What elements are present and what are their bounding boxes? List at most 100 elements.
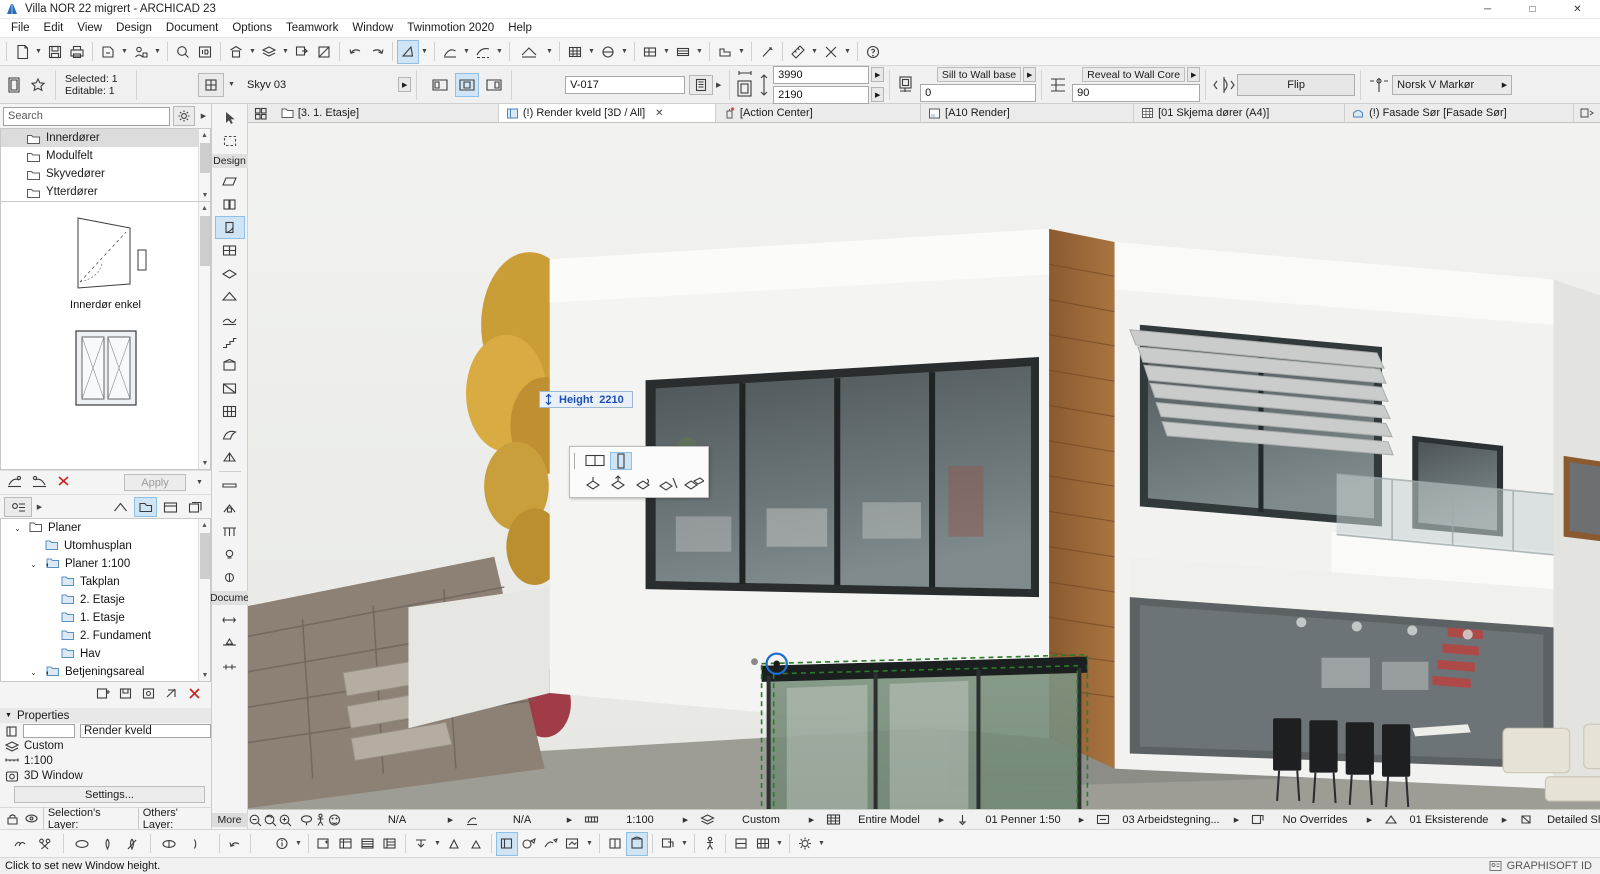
dimension-tool-icon[interactable] xyxy=(215,607,245,630)
favorite-expand-icon[interactable]: ▶ xyxy=(398,77,412,92)
status-field-6[interactable]: 01 Penner 1:50 ▶ xyxy=(969,811,1090,829)
reveal-dropdown-icon[interactable]: ▶ xyxy=(1187,67,1201,82)
layers-icon[interactable] xyxy=(258,40,280,64)
zoom-in-icon[interactable] xyxy=(278,811,293,829)
document-tab[interactable]: [A10 Render] xyxy=(921,104,1135,122)
status-arrow-2[interactable]: ▶ xyxy=(565,816,574,824)
help-icon[interactable] xyxy=(862,40,884,64)
marker-combo[interactable]: Norsk V Markør ▶ xyxy=(1392,74,1513,95)
preview-scrollbar[interactable]: ▲ ▼ xyxy=(198,202,210,469)
trim-elements-icon[interactable] xyxy=(34,832,56,856)
stair-tool-icon[interactable] xyxy=(215,331,245,354)
sill-dropdown-icon[interactable]: ▶ xyxy=(1023,67,1037,82)
inject-params-icon[interactable] xyxy=(31,474,48,492)
new-file-dropdown-icon[interactable]: ▼ xyxy=(33,40,44,64)
navigator-tree-item[interactable]: 2. Fundament xyxy=(1,627,210,645)
building-material-icon[interactable] xyxy=(639,40,661,64)
zoom-out-icon[interactable] xyxy=(248,811,263,829)
status-field-5[interactable]: Entire Model ▶ xyxy=(841,811,950,829)
navigator-tree-item[interactable]: Takplan xyxy=(1,681,210,682)
publish-icon[interactable] xyxy=(97,40,119,64)
search-input[interactable]: Search xyxy=(3,106,170,126)
line-type-dropdown-icon[interactable]: ▼ xyxy=(494,40,505,64)
partial-structure-icon[interactable] xyxy=(826,811,841,829)
library-folder-item[interactable]: Modulfelt xyxy=(1,147,210,165)
sun-settings-icon[interactable] xyxy=(794,832,816,856)
rename-view-icon[interactable] xyxy=(164,686,181,704)
pet-elevate-icon[interactable] xyxy=(681,473,704,493)
photo-render-icon[interactable] xyxy=(540,832,562,856)
navigator-scroll-down-icon[interactable]: ▼ xyxy=(199,669,210,681)
pet-height-icon[interactable] xyxy=(610,451,632,470)
close-button[interactable]: ✕ xyxy=(1555,0,1600,19)
menu-item-teamwork[interactable]: Teamwork xyxy=(279,21,345,35)
width-dropdown-icon[interactable]: ▶ xyxy=(871,67,885,82)
search-options-icon[interactable]: ▶ xyxy=(198,104,209,128)
info-tool-dropdown-icon[interactable]: ▼ xyxy=(293,832,304,856)
profile-dropdown-icon[interactable]: ▼ xyxy=(736,40,747,64)
pen-weight-dropdown-icon[interactable]: ▼ xyxy=(461,40,472,64)
delete-view-icon[interactable] xyxy=(187,686,203,704)
id-manager-icon[interactable] xyxy=(194,40,216,64)
render-settings-icon[interactable] xyxy=(518,832,540,856)
status-arrow-3[interactable]: ▶ xyxy=(681,816,690,824)
slab-tool-icon[interactable] xyxy=(215,262,245,285)
navigator-mode-icon[interactable] xyxy=(4,496,32,517)
pick-up-params-icon[interactable] xyxy=(6,474,23,492)
document-tab[interactable]: [3. 1. Etasje] xyxy=(273,104,499,122)
align-dropdown-icon[interactable]: ▼ xyxy=(432,832,443,856)
menu-item-document[interactable]: Document xyxy=(159,21,225,35)
status-arrow-6[interactable]: ▶ xyxy=(1077,816,1086,824)
menu-item-window[interactable]: Window xyxy=(345,21,400,35)
renovation-status-icon[interactable] xyxy=(1384,811,1398,829)
fill-dropdown-icon[interactable]: ▼ xyxy=(586,40,597,64)
tracker-height[interactable]: Height 2210 xyxy=(539,391,633,408)
walk-icon[interactable] xyxy=(314,811,327,829)
library-scroll-down-icon[interactable]: ▼ xyxy=(199,189,210,201)
trim-dropdown-icon[interactable]: ▼ xyxy=(842,40,853,64)
storey-dropdown-icon[interactable]: ▼ xyxy=(247,40,258,64)
anchor-center-icon[interactable] xyxy=(455,72,480,97)
profile-icon[interactable] xyxy=(714,40,736,64)
view-settings-icon[interactable] xyxy=(141,686,158,704)
status-arrow-1[interactable]: ▶ xyxy=(446,816,455,824)
library-folder-item[interactable]: Innerdører xyxy=(1,129,210,147)
pet-palette[interactable] xyxy=(569,446,709,498)
document-tab[interactable]: (!) Fasade Sør [Fasade Sør] xyxy=(1345,104,1575,122)
menu-item-help[interactable]: Help xyxy=(501,21,539,35)
navigator-tree-item[interactable]: 2. Etasje xyxy=(1,591,210,609)
marquee-3d-dropdown-icon[interactable]: ▼ xyxy=(679,832,690,856)
menu-item-options[interactable]: Options xyxy=(225,21,279,35)
gear-icon[interactable] xyxy=(173,106,195,126)
navigator-scroll-up-icon[interactable]: ▲ xyxy=(199,519,210,531)
save-view-icon[interactable] xyxy=(118,686,135,704)
menu-item-design[interactable]: Design xyxy=(109,21,159,35)
view-name-field[interactable]: Render kveld xyxy=(80,723,211,738)
document-tab[interactable]: [01 Skjema dører (A4)] xyxy=(1134,104,1346,122)
property-scale-row[interactable]: 1:100 xyxy=(0,753,211,768)
print-icon[interactable] xyxy=(66,40,88,64)
surface-dropdown-icon[interactable]: ▼ xyxy=(619,40,630,64)
navigator-scroll-thumb[interactable] xyxy=(200,533,210,579)
marker-dropdown-icon[interactable]: ▶ xyxy=(1502,81,1507,89)
favorite-dropdown-icon[interactable]: ▼ xyxy=(226,73,237,97)
scale-status-icon[interactable] xyxy=(584,811,599,829)
preview-item-2[interactable] xyxy=(1,311,210,411)
navigator-mode-dropdown-icon[interactable]: ▶ xyxy=(34,495,45,519)
navigator-tree-item[interactable]: 1. Etasje xyxy=(1,609,210,627)
library-folder-item[interactable]: Ytterdører xyxy=(1,183,210,201)
explore-icon[interactable] xyxy=(327,811,342,829)
settings-button[interactable]: Settings... xyxy=(14,786,205,803)
radial-dimension-icon[interactable] xyxy=(215,653,245,676)
tab-overflow-icon[interactable] xyxy=(1574,104,1600,122)
status-field-2[interactable]: N/A ▶ xyxy=(479,811,578,829)
storey-settings-icon[interactable] xyxy=(225,40,247,64)
distribute-2-icon[interactable] xyxy=(465,832,487,856)
fill-pattern-icon[interactable] xyxy=(564,40,586,64)
render-dropdown-icon[interactable]: ▼ xyxy=(584,832,595,856)
ungroup-icon[interactable] xyxy=(121,832,143,856)
lamp-tool-icon[interactable] xyxy=(215,543,245,566)
status-field-8[interactable]: No Overrides ▶ xyxy=(1265,811,1378,829)
tree-twisty-icon[interactable]: ⌄ xyxy=(27,560,40,569)
layer-hide-icon[interactable] xyxy=(24,812,39,825)
